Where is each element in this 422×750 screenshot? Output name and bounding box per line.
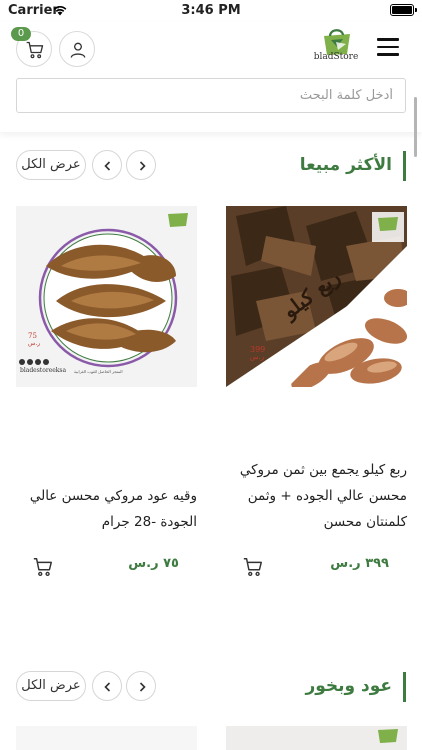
carousel-prev-button[interactable]: [92, 150, 122, 180]
image-footer-text: المتجر الحاصل للثوب الغرابية: [74, 369, 123, 374]
hamburger-icon-line: [377, 53, 399, 56]
image-currency: ر.س: [250, 353, 265, 361]
user-icon: [70, 42, 86, 58]
search-box: [16, 78, 406, 113]
battery-icon: [390, 4, 417, 16]
carousel-prev-button[interactable]: [92, 671, 122, 701]
add-to-cart-icon[interactable]: [32, 556, 54, 578]
menu-button[interactable]: [377, 38, 399, 56]
product-name[interactable]: ربع كيلو يجمع بين ثمن مروكي محسن عالي ال…: [226, 457, 407, 535]
agarwood-photo: [16, 206, 197, 387]
app-header: 0 bladStore: [0, 22, 422, 132]
view-all-button[interactable]: عرض الكل: [16, 671, 86, 701]
scrollbar[interactable]: [414, 97, 417, 157]
product-image[interactable]: 75 ر.س bladestoreeksa المتجر الحاصل للثو…: [16, 206, 197, 387]
product-card[interactable]: ربع كيلو 399 ر.س ربع كيلو يجمع بين ثمن م…: [226, 206, 407, 586]
product-photo-partial: [226, 726, 407, 750]
status-bar: Carrier 3:46 PM: [0, 0, 422, 22]
product-card[interactable]: 75 ر.س bladestoreeksa المتجر الحاصل للثو…: [16, 206, 197, 586]
section-accent-bar: [403, 672, 406, 702]
carousel-next-button[interactable]: [126, 671, 156, 701]
search-input[interactable]: [17, 79, 405, 112]
hamburger-icon-line: [377, 45, 399, 48]
image-price: 75: [28, 332, 37, 340]
best-sellers-header: الأكثر مبيعا عرض الكل: [16, 149, 406, 183]
chevron-right-icon: [139, 682, 146, 692]
chevron-right-icon: [139, 161, 146, 171]
carousel-next-button[interactable]: [126, 150, 156, 180]
product-name[interactable]: وقيه عود مروكي محسن عالي الجودة -28 جرام: [16, 483, 197, 535]
product-image[interactable]: [226, 726, 407, 750]
chevron-left-icon: [104, 161, 111, 171]
product-image[interactable]: ربع كيلو 399 ر.س: [226, 206, 407, 387]
section-title: عود وبخور: [305, 676, 392, 696]
product-price: ٣٩٩ ر.س: [330, 556, 389, 571]
clock: 3:46 PM: [181, 3, 241, 18]
view-all-button[interactable]: عرض الكل: [16, 150, 86, 180]
cart-count-badge: 0: [11, 27, 31, 41]
hamburger-icon-line: [377, 38, 399, 41]
oud-incense-header: عود وبخور عرض الكل: [16, 670, 406, 704]
image-currency: ر.س: [28, 340, 41, 347]
product-image[interactable]: [16, 726, 197, 750]
product-price: ٧٥ ر.س: [128, 556, 179, 571]
section-accent-bar: [403, 151, 406, 181]
chevron-left-icon: [104, 682, 111, 692]
cart-icon: [26, 41, 44, 59]
account-button[interactable]: [59, 31, 95, 67]
add-to-cart-icon[interactable]: [242, 556, 264, 578]
image-social-handle: bladestoreeksa: [20, 367, 67, 374]
section-title: الأكثر مبيعا: [299, 155, 392, 175]
logo-wordmark: bladStore: [313, 52, 359, 62]
